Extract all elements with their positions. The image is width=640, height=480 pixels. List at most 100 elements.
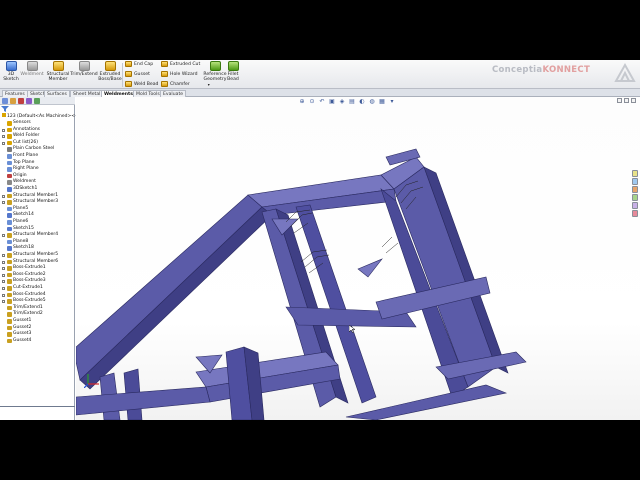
tab-mold-tools[interactable]: Mold Tools <box>133 90 163 97</box>
boss-extrude-icon <box>7 279 12 284</box>
tree-item[interactable]: Trim/Extend2 <box>0 311 75 318</box>
reference-geometry-button[interactable]: Reference Geometry <box>202 61 228 82</box>
tree-item-label: Structural Member5 <box>13 252 59 257</box>
tab-features[interactable]: Features <box>2 90 28 97</box>
expand-icon[interactable] <box>2 135 5 139</box>
expand-icon[interactable] <box>2 287 5 290</box>
close-icon[interactable] <box>631 98 636 103</box>
expand-icon[interactable] <box>2 141 5 145</box>
expand-icon[interactable] <box>2 128 5 132</box>
tree-item[interactable]: Sketch14 <box>0 212 75 219</box>
view-palette-icon[interactable] <box>632 194 638 201</box>
tree-item[interactable]: Structural Member4 <box>0 232 75 239</box>
structural-member-button[interactable]: Structural Member <box>45 61 71 82</box>
filter-icon[interactable] <box>1 106 9 112</box>
tab-sheet-metal[interactable]: Sheet Metal <box>70 90 104 97</box>
apply-scene-icon[interactable]: ▦ <box>378 98 386 105</box>
extruded-boss-icon <box>104 61 116 71</box>
expand-icon[interactable] <box>2 201 5 205</box>
fillet-bead-button[interactable]: Fillet Bead <box>226 61 240 82</box>
plane-icon <box>7 239 12 245</box>
zoom-to-area-icon[interactable]: ⊙ <box>308 98 316 105</box>
expand-icon[interactable] <box>2 260 5 264</box>
tree-item[interactable]: Gusset2 <box>0 325 75 332</box>
section-view-icon[interactable]: ▣ <box>328 98 336 105</box>
tree-item[interactable]: Plane8 <box>0 239 75 246</box>
ribbon-separator <box>122 63 123 87</box>
tab-surfaces[interactable]: Surfaces <box>44 90 70 97</box>
reference-triad-icon <box>84 374 99 388</box>
previous-view-icon[interactable]: ↶ <box>318 98 326 105</box>
tree-item[interactable]: Weld Folder <box>0 133 75 140</box>
tab-evaluate[interactable]: Evaluate <box>160 90 187 97</box>
tree-item[interactable]: Structural Member3 <box>0 199 75 206</box>
trim-extend-button[interactable]: Trim/Extend <box>70 61 98 77</box>
tree-item[interactable]: Boss-Extrude5 <box>0 298 75 305</box>
end-cap-button[interactable]: End Cap <box>125 61 153 67</box>
restore-icon[interactable] <box>624 98 629 103</box>
extruded-cut-button[interactable]: Extruded Cut <box>161 61 200 67</box>
tree-root-part[interactable]: 123 (Default<As Machined><<<D <box>2 113 86 119</box>
tree-item[interactable]: Plane5 <box>0 206 75 213</box>
zoom-to-fit-icon[interactable]: ⊕ <box>298 98 306 105</box>
tree-item[interactable]: Boss-Extrude3 <box>0 278 75 285</box>
tree-item[interactable]: Front Plane <box>0 153 75 160</box>
tree-item[interactable]: Structural Member5 <box>0 252 75 259</box>
expand-icon[interactable] <box>2 267 5 271</box>
expand-icon[interactable] <box>2 280 5 284</box>
file-explorer-icon[interactable] <box>632 186 638 193</box>
tree-item[interactable]: Gusset1 <box>0 318 75 325</box>
solidworks-resources-icon[interactable] <box>632 170 638 177</box>
gusset-button[interactable]: Gusset <box>125 71 150 77</box>
tree-item-label: Boss-Extrude1 <box>13 265 46 271</box>
dimxpert-tab-icon[interactable] <box>26 98 32 104</box>
custom-properties-icon[interactable] <box>632 210 638 217</box>
property-manager-tab-icon[interactable] <box>10 98 16 104</box>
tree-item[interactable]: Gusset4 <box>0 338 75 345</box>
expand-icon[interactable] <box>2 300 5 304</box>
expand-icon[interactable] <box>2 194 5 198</box>
design-library-icon[interactable] <box>632 178 638 185</box>
chevron-down-icon[interactable]: ▾ <box>208 82 210 87</box>
extruded-boss-button[interactable]: Extruded Boss/Base <box>98 61 122 82</box>
tree-item[interactable]: Sensors <box>0 120 75 127</box>
hole-wizard-button[interactable]: Hole Wizard <box>161 71 198 77</box>
tree-item[interactable]: Boss-Extrude1 <box>0 265 75 272</box>
structural-member-icon <box>7 233 12 238</box>
tree-item[interactable]: Weldment <box>0 179 75 186</box>
view-settings-icon[interactable]: ▾ <box>388 98 396 105</box>
graphics-area[interactable]: ⊕ ⊙ ↶ ▣ ◈ ▤ ◐ ◍ ▦ ▾ <box>76 97 640 420</box>
configuration-manager-tab-icon[interactable] <box>18 98 24 104</box>
view-orientation-icon[interactable]: ◈ <box>338 98 346 105</box>
feature-manager-tab-icon[interactable] <box>2 98 8 104</box>
tree-item-label: Trim/Extend2 <box>13 311 43 317</box>
edit-appearance-icon[interactable]: ◍ <box>368 98 376 105</box>
weldment-button[interactable]: Weldment <box>20 61 44 77</box>
hide-show-items-icon[interactable]: ◐ <box>358 98 366 105</box>
tree-item[interactable]: Plain Carbon Steel <box>0 146 75 153</box>
tree-item-label: Structural Member3 <box>13 199 59 205</box>
tree-item[interactable]: Plane6 <box>0 219 75 226</box>
tree-item[interactable]: Gusset3 <box>0 331 75 338</box>
3d-sketch-button[interactable]: 3D Sketch <box>3 61 19 82</box>
expand-icon[interactable] <box>2 234 5 238</box>
tree-item[interactable]: Sketch18 <box>0 245 75 252</box>
tree-item[interactable]: 3DSketch1 <box>0 186 75 193</box>
appearances-icon[interactable] <box>632 202 638 209</box>
expand-icon[interactable] <box>2 293 5 297</box>
expand-icon[interactable] <box>2 254 5 257</box>
tree-item-label: Structural Member4 <box>13 232 59 238</box>
weld-bead-button[interactable]: Weld Bead <box>125 81 158 87</box>
structural-member-icon <box>7 259 12 265</box>
tree-item[interactable]: Right Plane <box>0 166 75 173</box>
tab-weldments[interactable]: Weldments <box>101 90 136 97</box>
display-manager-tab-icon[interactable] <box>34 98 40 104</box>
minimize-icon[interactable] <box>617 98 622 103</box>
tree-rollback-bar[interactable] <box>0 406 75 407</box>
weld-bead-icon <box>125 81 132 87</box>
tree-item[interactable]: Origin <box>0 173 75 180</box>
expand-icon[interactable] <box>2 273 5 277</box>
weldment-icon <box>7 180 12 185</box>
tree-item[interactable]: Cut-Extrude1 <box>0 285 75 292</box>
display-style-icon[interactable]: ▤ <box>348 98 356 105</box>
